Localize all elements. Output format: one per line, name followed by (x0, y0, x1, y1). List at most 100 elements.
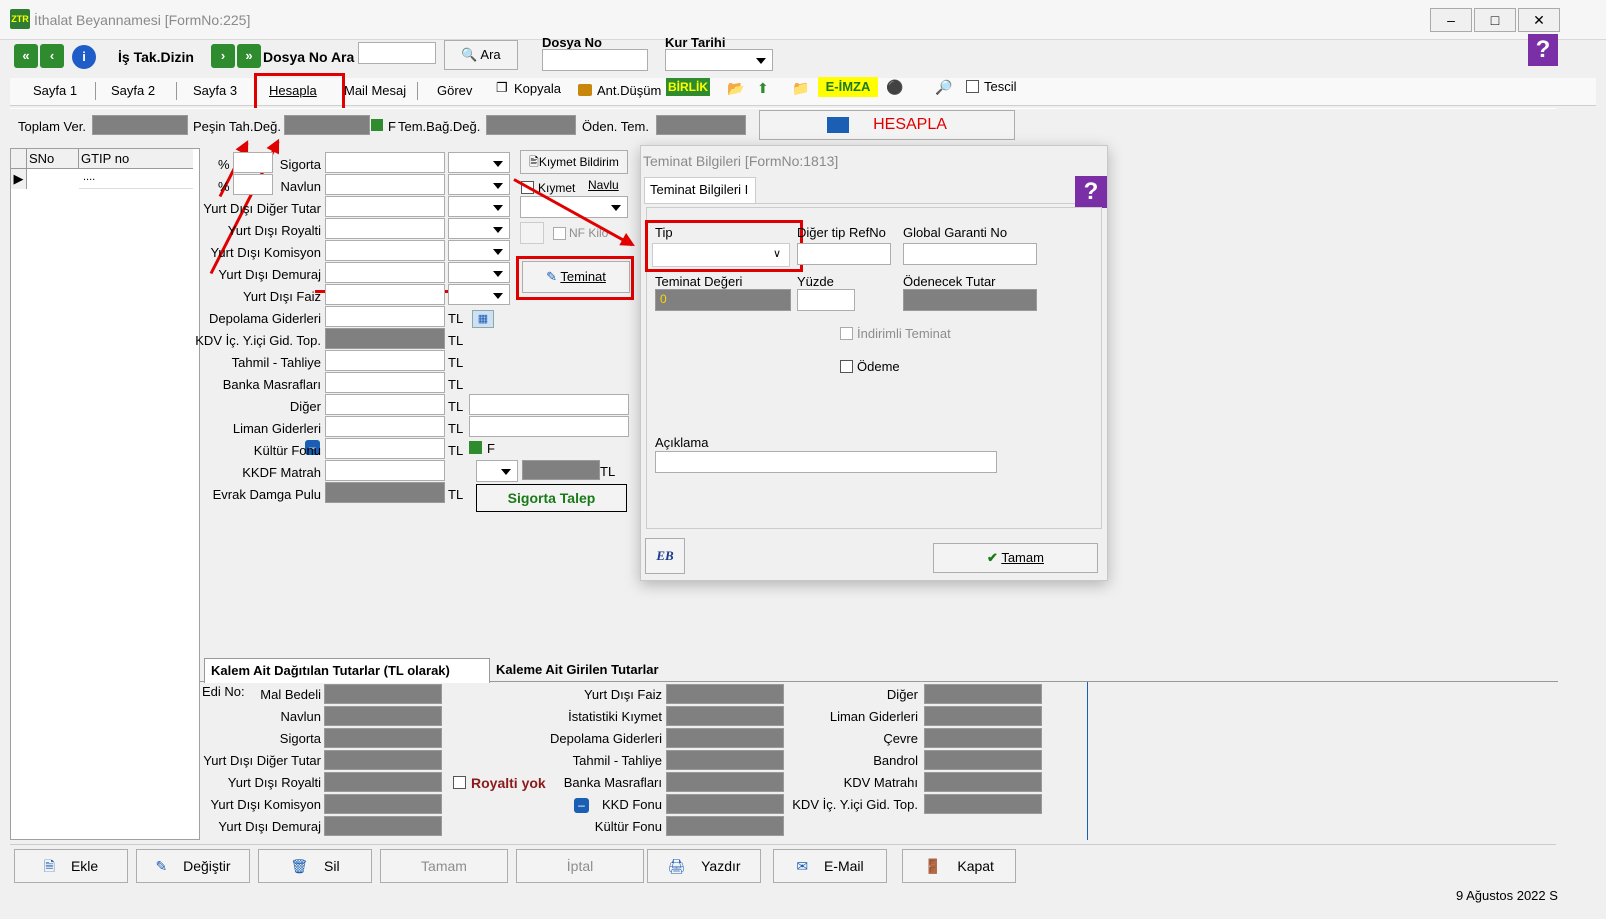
gtip-grid[interactable] (10, 148, 200, 840)
field-input[interactable] (325, 372, 445, 393)
minimize-button[interactable]: – (1430, 8, 1472, 32)
navlu-button[interactable]: Navlu (588, 178, 619, 192)
dosya-no-ara-input[interactable] (358, 42, 436, 64)
degistir-button[interactable]: ✎ Değiştir (136, 849, 250, 883)
col2-value (666, 706, 784, 726)
tamam-button[interactable]: ✔ Tamam (933, 543, 1098, 573)
currency-select[interactable] (448, 262, 510, 283)
folder-export-icon[interactable]: 📁 (792, 80, 809, 97)
next-record-icon[interactable]: › (211, 44, 235, 68)
tab-sayfa-2[interactable]: Sayfa 2 (111, 83, 155, 98)
kapat-button[interactable]: 🚪 Kapat (902, 849, 1016, 883)
col3-value (924, 794, 1042, 814)
pesin-label: Peşin Tah.Değ. (193, 119, 281, 134)
sigorta-talep-button[interactable]: Sigorta Talep (476, 484, 627, 512)
close-button[interactable]: ✕ (1518, 8, 1560, 32)
ant-dusum-button[interactable]: Ant.Düşüm (597, 83, 661, 98)
database-icon[interactable]: ⚫ (886, 79, 903, 96)
currency-select[interactable] (448, 284, 510, 305)
upload-icon[interactable]: ⬆ (757, 80, 769, 97)
last-record-icon[interactable]: » (237, 44, 261, 68)
help-icon[interactable]: ? (1528, 34, 1558, 66)
sil-button[interactable]: 🗑 Sil (258, 849, 372, 883)
tab-sayfa-3[interactable]: Sayfa 3 (193, 83, 237, 98)
note-input[interactable] (469, 394, 629, 415)
field-input[interactable] (325, 394, 445, 415)
first-record-icon[interactable]: « (14, 44, 38, 68)
field-input[interactable] (325, 284, 445, 305)
play-icon[interactable] (469, 441, 482, 454)
field-input[interactable] (325, 460, 445, 481)
preview-icon[interactable]: 🔎 (935, 79, 952, 96)
kiymet-bildirim-button[interactable]: 🖹Kıymet Bildirim (520, 150, 628, 174)
col3-value (924, 772, 1042, 792)
nf-kilo-checkbox[interactable] (553, 227, 566, 240)
field-input[interactable] (325, 438, 445, 459)
kkdf-select[interactable] (476, 460, 518, 482)
col1-value (324, 684, 442, 704)
field-input[interactable] (325, 196, 445, 217)
field-input[interactable] (325, 416, 445, 437)
global-garanti-input[interactable] (903, 243, 1037, 265)
currency-select[interactable] (448, 152, 510, 173)
folder-open-icon[interactable]: 📂 (727, 80, 744, 97)
currency-select[interactable] (448, 240, 510, 261)
email-button[interactable]: ✉ E-Mail (773, 849, 887, 883)
pct-input[interactable] (233, 152, 273, 173)
calculator-icon[interactable]: ▦ (472, 310, 494, 328)
field-input[interactable] (325, 240, 445, 261)
field-input[interactable] (325, 152, 445, 173)
kultur-f-label: F (487, 441, 495, 456)
tamam-bottom-button[interactable]: Tamam (380, 849, 508, 883)
indirimli-teminat-checkbox[interactable] (840, 327, 853, 340)
prev-record-icon[interactable]: ‹ (40, 44, 64, 68)
field-input[interactable] (325, 218, 445, 239)
ara-button[interactable]: 🔍 Ara (444, 40, 518, 70)
col1-value (324, 706, 442, 726)
grid-header-sno[interactable]: SNo (27, 149, 79, 169)
odeme-checkbox[interactable] (840, 360, 853, 373)
field-input[interactable] (325, 174, 445, 195)
birlik-button[interactable]: BİRLİK (666, 78, 710, 96)
maximize-button[interactable]: □ (1474, 8, 1516, 32)
tab-dagitilan-tutarlar[interactable]: Kalem Ait Dağıtılan Tutarlar (TL olarak) (204, 658, 490, 683)
window-title: İthalat Beyannamesi [FormNo:225] (34, 12, 251, 28)
field-input[interactable] (325, 350, 445, 371)
tab-sayfa-1[interactable]: Sayfa 1 (33, 83, 77, 98)
tab-girilen-tutarlar[interactable]: Kaleme Ait Girilen Tutarlar (496, 662, 659, 677)
table-row[interactable]: .... (79, 171, 193, 189)
royalti-yok-checkbox[interactable] (453, 776, 466, 789)
currency-select[interactable] (448, 218, 510, 239)
note-input[interactable] (469, 416, 629, 437)
kopyala-button[interactable]: Kopyala (514, 81, 561, 96)
tab-mail-mesaj[interactable]: Mail Mesaj (344, 83, 406, 98)
field-input[interactable] (325, 262, 445, 283)
kur-tarihi-select[interactable] (665, 49, 773, 71)
help-icon[interactable]: ? (1075, 176, 1107, 208)
hesapla-button[interactable]: HESAPLA (759, 110, 1015, 140)
info-icon[interactable]: i (72, 45, 96, 69)
e-imza-button[interactable]: E-İMZA (818, 77, 878, 97)
yuzde-input[interactable] (797, 289, 855, 311)
currency-select[interactable] (448, 174, 510, 195)
ekle-button[interactable]: 🗎 Ekle (14, 849, 128, 883)
field-input[interactable] (325, 306, 445, 327)
is-tak-dizin-label[interactable]: İş Tak.Dizin (118, 49, 194, 65)
grid-header-gtip[interactable]: GTIP no (79, 149, 193, 169)
document-icon: 🖹 (529, 155, 539, 169)
eb-button[interactable]: EB (645, 538, 685, 574)
tescil-checkbox[interactable] (966, 80, 979, 93)
yazdir-button[interactable]: 🖨 Yazdır (647, 849, 761, 883)
indirimli-teminat-label: İndirimli Teminat (857, 326, 951, 341)
col1-label: Yurt Dışı Diğer Tutar (203, 753, 321, 768)
diger-tip-input[interactable] (797, 243, 891, 265)
unit-label: TL (448, 443, 464, 458)
dialog-tab-teminat[interactable]: Teminat Bilgileri I (644, 177, 756, 203)
play-icon[interactable] (371, 119, 383, 131)
aciklama-input[interactable] (655, 451, 997, 473)
iptal-button[interactable]: İptal (516, 849, 644, 883)
currency-select[interactable] (448, 196, 510, 217)
tab-gorev[interactable]: Görev (437, 83, 472, 98)
dosya-no-input[interactable] (542, 49, 648, 71)
pct-input[interactable] (233, 174, 273, 195)
